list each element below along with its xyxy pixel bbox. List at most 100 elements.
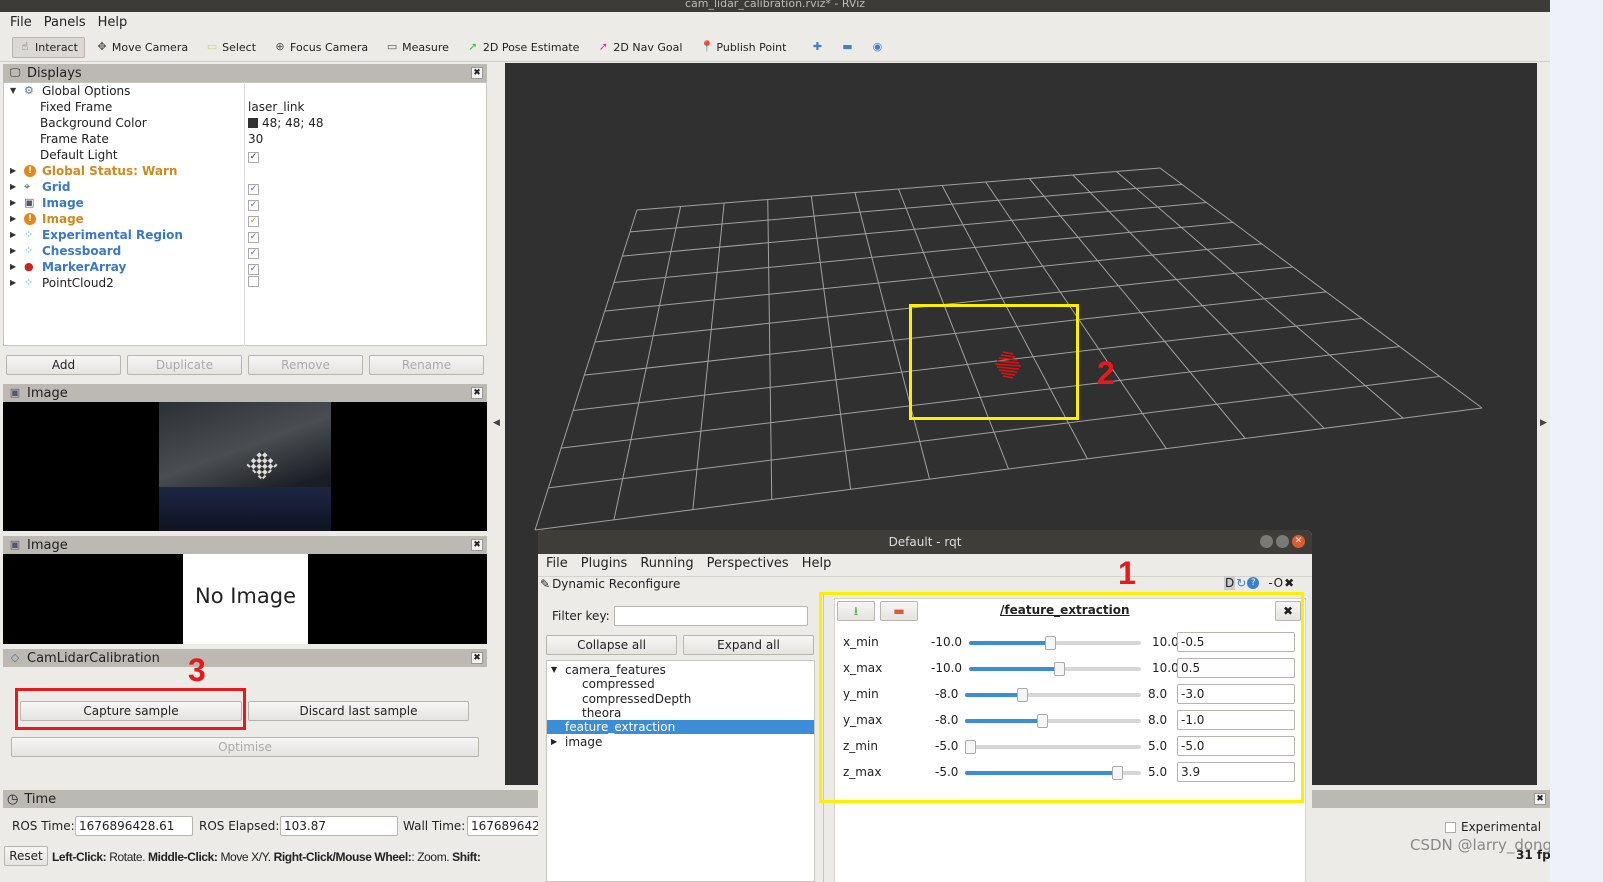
color-swatch[interactable]	[248, 118, 258, 128]
property-frame-rate[interactable]: Frame Rate 30	[4, 131, 486, 147]
ros-elapsed-field[interactable]: 103.87	[280, 816, 398, 836]
property-default-light[interactable]: Default Light ✓	[4, 147, 486, 163]
reset-button[interactable]: Reset	[4, 846, 48, 866]
menu-panels[interactable]: Panels	[44, 15, 86, 30]
collapsed-arrow-icon[interactable]: ▶	[10, 163, 16, 179]
close-icon[interactable]: ✖	[471, 652, 483, 664]
enable-checkbox[interactable]: ✓	[248, 200, 259, 211]
grid-line	[629, 183, 1183, 233]
enable-checkbox[interactable]: ✓	[248, 248, 259, 259]
display-item-global-status-warn[interactable]: ▶! Global Status: Warn	[4, 163, 486, 179]
close-icon[interactable]: ✖	[471, 67, 483, 79]
tool-2d-pose-estimate[interactable]: ➚ 2D Pose Estimate	[460, 37, 587, 58]
rqt-menu-perspectives[interactable]: Perspectives	[707, 556, 789, 571]
discard-sample-button[interactable]: Discard last sample	[248, 701, 469, 721]
expanded-arrow-icon[interactable]: ▼	[10, 83, 16, 99]
collapsed-arrow-icon[interactable]: ▶	[551, 735, 557, 749]
collapsed-arrow-icon[interactable]: ▶	[10, 179, 16, 195]
reload-icon[interactable]: ↻	[1236, 576, 1246, 590]
property-value[interactable]: 48; 48; 48	[248, 115, 324, 131]
collapsed-arrow-icon[interactable]: ▶	[10, 275, 16, 291]
enable-checkbox[interactable]: ✓	[248, 216, 259, 227]
tool-move-camera[interactable]: ✥ Move Camera	[89, 37, 195, 58]
collapse-all-button[interactable]: Collapse all	[546, 635, 677, 655]
tool-publish-point[interactable]: 📍 Publish Point	[693, 37, 793, 58]
tree-node-compressed[interactable]: compressed	[547, 677, 814, 691]
tool-2d-nav-goal[interactable]: ➚ 2D Nav Goal	[590, 37, 689, 58]
display-item-grid[interactable]: ▶ ⌖ Grid ✓	[4, 179, 486, 195]
collapsed-arrow-icon[interactable]: ▶	[10, 243, 16, 259]
display-item-markerarray[interactable]: ▶ ● MarkerArray ✓	[4, 259, 486, 275]
display-label: Experimental Region	[42, 228, 183, 242]
rqt-menu-help[interactable]: Help	[802, 556, 832, 571]
enable-checkbox[interactable]: ✓	[248, 264, 259, 275]
display-item-image[interactable]: ▶ ▣ Image ✓	[4, 195, 486, 211]
display-label: PointCloud2	[42, 276, 114, 290]
display-item-image[interactable]: ▶! Image ✓	[4, 211, 486, 227]
property-fixed-frame[interactable]: Fixed Frame laser_link	[4, 99, 486, 115]
display-item-experimental-region[interactable]: ▶ ⁘ Experimental Region ✓	[4, 227, 486, 243]
experimental-checkbox[interactable]: Experimental	[1445, 820, 1541, 834]
close-icon[interactable]: ✖	[1534, 793, 1546, 805]
expand-all-button[interactable]: Expand all	[683, 635, 814, 655]
tree-global-options[interactable]: ▼ ⚙ Global Options	[4, 83, 486, 99]
tool-measure[interactable]: ▭ Measure	[379, 37, 456, 58]
filter-key-input[interactable]	[614, 606, 808, 626]
eye-icon[interactable]: ◉	[871, 41, 883, 53]
property-value[interactable]: laser_link	[248, 99, 304, 115]
property-background-color[interactable]: Background Color 48; 48; 48	[4, 115, 486, 131]
minus-icon[interactable]: ▬	[841, 41, 853, 53]
ros-time-field[interactable]: 1676896428.61	[75, 816, 193, 836]
property-value[interactable]: ✓	[248, 147, 259, 163]
tool-label: Interact	[35, 40, 78, 54]
collapse-right-arrow-icon[interactable]: ▶	[1540, 418, 1547, 428]
property-label: Background Color	[40, 116, 147, 130]
enable-checkbox[interactable]: ✓	[248, 184, 259, 195]
rqt-menu-plugins[interactable]: Plugins	[581, 556, 628, 571]
collapsed-arrow-icon[interactable]: ▶	[10, 227, 16, 243]
d-icon[interactable]: D	[1224, 576, 1236, 590]
plus-icon[interactable]: ✚	[811, 41, 823, 53]
close-icon[interactable]: ✖	[1284, 576, 1294, 590]
remove-button[interactable]: Remove	[248, 355, 363, 375]
collapsed-arrow-icon[interactable]: ▶	[10, 195, 16, 211]
tree-node-compresseddepth[interactable]: compressedDepth	[547, 692, 814, 706]
duplicate-button[interactable]: Duplicate	[127, 355, 242, 375]
enable-checkbox[interactable]: ✓	[248, 232, 259, 243]
checkbox[interactable]	[1445, 821, 1456, 833]
display-item-chessboard[interactable]: ▶ ⁘ Chessboard ✓	[4, 243, 486, 259]
collapsed-arrow-icon[interactable]: ▶	[10, 259, 16, 275]
add-button[interactable]: Add	[6, 355, 121, 375]
checkbox[interactable]: ✓	[248, 152, 259, 163]
tool-interact[interactable]: ☝ Interact	[12, 36, 85, 58]
optimise-button[interactable]: Optimise	[11, 737, 479, 757]
collapse-left-arrow-icon[interactable]: ◀	[493, 418, 500, 428]
tool-focus-camera[interactable]: ⊕ Focus Camera	[267, 37, 375, 58]
: ✓	[248, 259, 259, 275]
minimize-icon[interactable]: -	[1268, 576, 1272, 590]
rqt-menu-running[interactable]: Running	[640, 556, 693, 571]
menu-file[interactable]: File	[10, 15, 32, 30]
minimize-button[interactable]	[1260, 535, 1273, 548]
tool-select[interactable]: ▭ Select	[199, 37, 263, 58]
float-icon[interactable]: O	[1274, 576, 1283, 590]
tree-node-image[interactable]: ▶ image	[547, 735, 814, 749]
wall-time-field[interactable]: 1676896428	[467, 816, 547, 836]
tree-node-feature_extraction[interactable]: feature_extraction	[547, 720, 814, 735]
maximize-button[interactable]	[1276, 535, 1289, 548]
menu-help[interactable]: Help	[98, 15, 128, 30]
enable-checkbox[interactable]	[248, 276, 259, 287]
rename-button[interactable]: Rename	[369, 355, 484, 375]
rqt-menu-file[interactable]: File	[546, 556, 568, 571]
display-item-pointcloud2[interactable]: ▶ ⁘ PointCloud2	[4, 275, 486, 291]
close-button[interactable]: ✕	[1292, 535, 1305, 548]
image-icon: ▣	[9, 386, 21, 399]
expanded-arrow-icon[interactable]: ▼	[551, 663, 557, 677]
collapsed-arrow-icon[interactable]: ▶	[10, 211, 16, 227]
close-icon[interactable]: ✖	[471, 539, 483, 551]
tree-node-theora[interactable]: theora	[547, 706, 814, 720]
help-icon[interactable]: ?	[1247, 577, 1260, 589]
property-value[interactable]: 30	[248, 131, 263, 147]
close-icon[interactable]: ✖	[471, 387, 483, 399]
tree-node-camera_features[interactable]: ▼ camera_features	[547, 663, 814, 677]
